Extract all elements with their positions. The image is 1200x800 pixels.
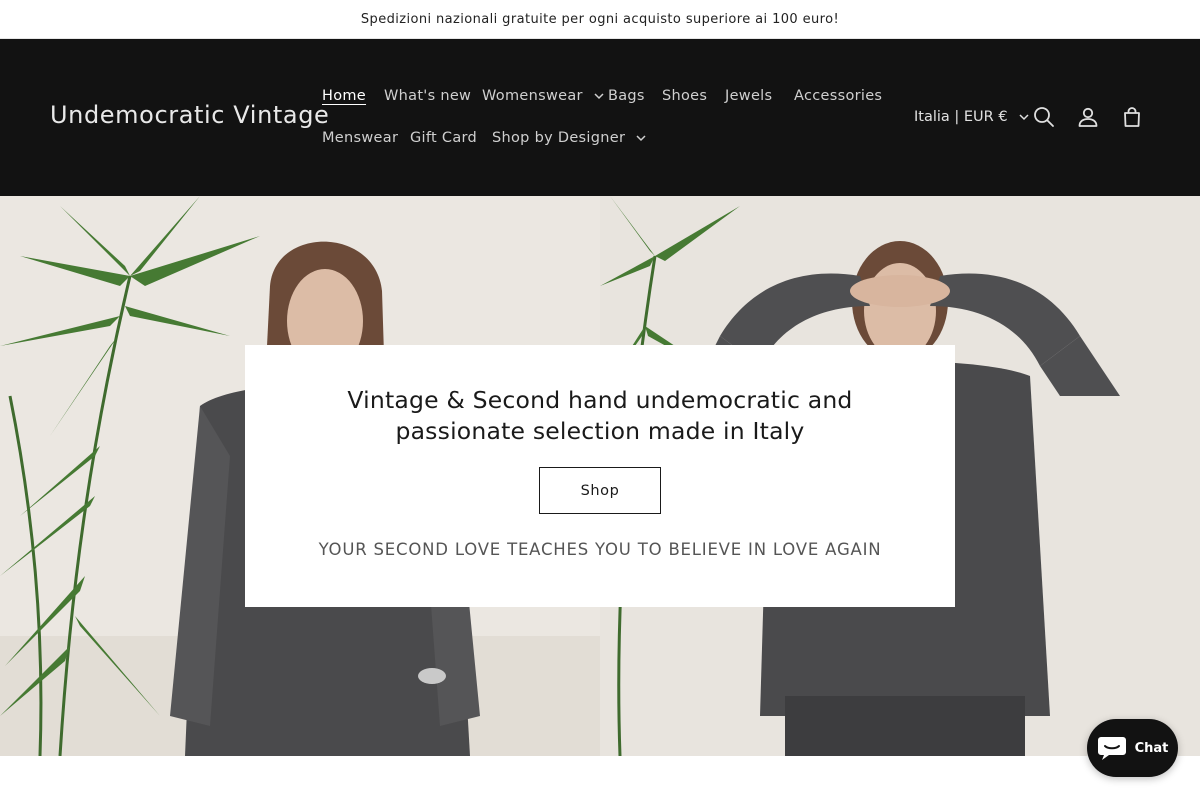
nav-item-label: Accessories	[794, 88, 883, 104]
hero-content-box: Vintage & Second hand undemocratic and p…	[245, 345, 955, 607]
nav-item-label: Shoes	[662, 88, 708, 104]
nav-item-label: Jewels	[725, 88, 773, 104]
nav-item-shop-by-designer[interactable]: Shop by Designer	[492, 127, 647, 149]
site-header: Undemocratic Vintage Home What's new Wom…	[0, 39, 1200, 196]
nav-item-whats-new[interactable]: What's new	[384, 85, 471, 107]
nav-item-gift-card[interactable]: Gift Card	[410, 127, 477, 149]
chevron-down-icon	[593, 90, 605, 102]
nav-item-accessories[interactable]: Accessories	[794, 85, 882, 107]
country-currency-selector[interactable]: Italia | EUR €	[914, 106, 1030, 128]
announcement-bar: Spedizioni nazionali gratuite per ogni a…	[0, 0, 1200, 39]
nav-item-menswear[interactable]: Menswear	[322, 127, 398, 149]
search-icon[interactable]	[1032, 105, 1056, 129]
nav-item-bags[interactable]: Bags	[608, 85, 645, 107]
nav-item-label: Bags	[608, 88, 645, 104]
hero-title: Vintage & Second hand undemocratic and p…	[347, 386, 853, 445]
hero-banner: Vintage & Second hand undemocratic and p…	[0, 196, 1200, 756]
shop-button[interactable]: Shop	[539, 467, 661, 514]
nav-item-label: Shop by Designer	[492, 130, 626, 146]
nav-item-label: What's new	[384, 88, 472, 104]
nav-item-shoes[interactable]: Shoes	[662, 85, 707, 107]
nav-item-label: Menswear	[322, 130, 399, 146]
nav-item-jewels[interactable]: Jewels	[725, 85, 772, 107]
site-logo[interactable]: Undemocratic Vintage	[50, 101, 329, 129]
chat-button[interactable]: Chat	[1087, 719, 1178, 777]
nav-item-label: Womenswear	[482, 88, 583, 104]
announcement-text: Spedizioni nazionali gratuite per ogni a…	[360, 11, 840, 27]
cart-icon[interactable]	[1120, 105, 1144, 129]
nav-item-label: Gift Card	[410, 130, 478, 146]
nav-item-label: Home	[322, 88, 367, 104]
chevron-down-icon	[635, 132, 647, 144]
hero-subtitle: YOUR SECOND LOVE TEACHES YOU TO BELIEVE …	[318, 540, 882, 559]
nav-item-home[interactable]: Home	[322, 85, 366, 107]
account-icon[interactable]	[1076, 105, 1100, 129]
chat-bubble-icon	[1097, 735, 1127, 761]
chevron-down-icon	[1018, 111, 1030, 123]
chat-label: Chat	[1134, 740, 1169, 756]
country-currency-label: Italia | EUR €	[914, 109, 1008, 125]
nav-item-womenswear[interactable]: Womenswear	[482, 85, 605, 107]
